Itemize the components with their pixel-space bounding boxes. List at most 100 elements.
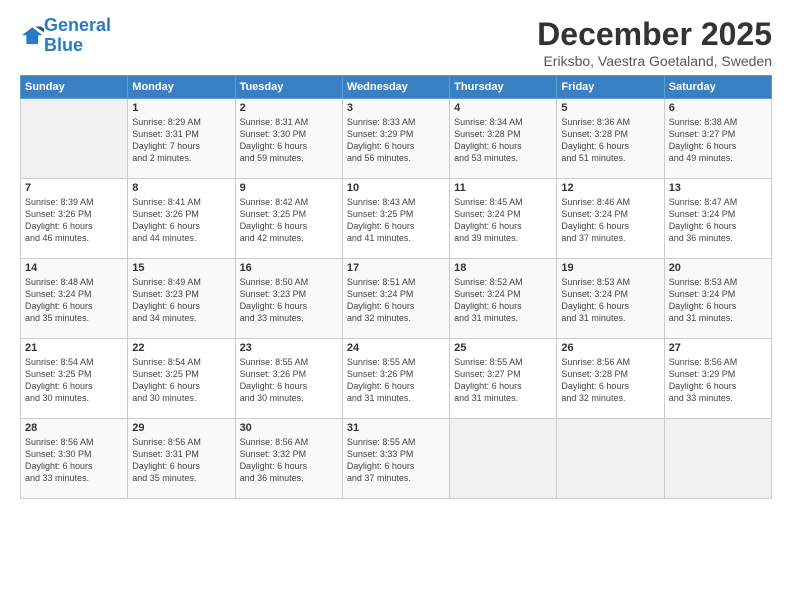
day-info: Sunrise: 8:56 AM Sunset: 3:32 PM Dayligh… [240,436,338,485]
day-info: Sunrise: 8:43 AM Sunset: 3:25 PM Dayligh… [347,196,445,245]
weekday-header: Friday [557,76,664,99]
calendar-cell: 14Sunrise: 8:48 AM Sunset: 3:24 PM Dayli… [21,259,128,339]
logo-text: General Blue [44,16,111,56]
logo: General Blue [20,16,111,56]
day-info: Sunrise: 8:54 AM Sunset: 3:25 PM Dayligh… [132,356,230,405]
weekday-header-row: SundayMondayTuesdayWednesdayThursdayFrid… [21,76,772,99]
calendar-cell: 28 Sunrise: 8:56 AM Sunset: 3:30 PM Dayli… [21,419,128,499]
day-number: 13 [669,182,767,194]
weekday-header: Tuesday [235,76,342,99]
calendar-cell: 9 Sunrise: 8:42 AM Sunset: 3:25 PM Daylig… [235,179,342,259]
day-number: 12 [561,182,659,194]
day-info: Sunrise: 8:34 AM Sunset: 3:28 PM Dayligh… [454,116,552,165]
day-number: 19 [561,262,659,274]
day-number: 28 [25,422,123,434]
calendar-cell: 17Sunrise: 8:51 AM Sunset: 3:24 PM Dayli… [342,259,449,339]
location: Eriksbo, Vaestra Goetaland, Sweden [537,53,772,69]
day-number: 17 [347,262,445,274]
day-info: Sunrise: 8:56 AM Sunset: 3:30 PM Dayligh… [25,436,123,485]
day-info: Sunrise: 8:55 AM Sunset: 3:33 PM Dayligh… [347,436,445,485]
calendar-cell: 25 Sunrise: 8:55 AM Sunset: 3:27 PM Dayli… [450,339,557,419]
calendar-week-row: 14Sunrise: 8:48 AM Sunset: 3:24 PM Dayli… [21,259,772,339]
day-number: 27 [669,342,767,354]
calendar-cell [21,99,128,179]
day-number: 16 [240,262,338,274]
calendar-cell: 3 Sunrise: 8:33 AM Sunset: 3:29 PM Daylig… [342,99,449,179]
calendar-cell: 2 Sunrise: 8:31 AM Sunset: 3:30 PM Daylig… [235,99,342,179]
calendar-cell: 10Sunrise: 8:43 AM Sunset: 3:25 PM Dayli… [342,179,449,259]
day-number: 23 [240,342,338,354]
day-number: 7 [25,182,123,194]
logo-icon [22,25,44,47]
calendar-cell: 29 Sunrise: 8:56 AM Sunset: 3:31 PM Dayli… [128,419,235,499]
day-info: Sunrise: 8:42 AM Sunset: 3:25 PM Dayligh… [240,196,338,245]
calendar-cell: 5 Sunrise: 8:36 AM Sunset: 3:28 PM Daylig… [557,99,664,179]
day-number: 6 [669,102,767,114]
calendar-cell: 22Sunrise: 8:54 AM Sunset: 3:25 PM Dayli… [128,339,235,419]
day-info: Sunrise: 8:36 AM Sunset: 3:28 PM Dayligh… [561,116,659,165]
calendar-week-row: 21 Sunrise: 8:54 AM Sunset: 3:25 PM Dayli… [21,339,772,419]
day-info: Sunrise: 8:56 AM Sunset: 3:31 PM Dayligh… [132,436,230,485]
calendar-cell: 4 Sunrise: 8:34 AM Sunset: 3:28 PM Daylig… [450,99,557,179]
calendar-cell: 13 Sunrise: 8:47 AM Sunset: 3:24 PM Dayli… [664,179,771,259]
weekday-header: Saturday [664,76,771,99]
calendar-cell: 26 Sunrise: 8:56 AM Sunset: 3:28 PM Dayli… [557,339,664,419]
day-number: 31 [347,422,445,434]
calendar-cell: 1 Sunrise: 8:29 AM Sunset: 3:31 PM Daylig… [128,99,235,179]
day-info: Sunrise: 8:52 AM Sunset: 3:24 PM Dayligh… [454,276,552,325]
calendar-cell: 24 Sunrise: 8:55 AM Sunset: 3:26 PM Dayli… [342,339,449,419]
day-number: 1 [132,102,230,114]
day-number: 2 [240,102,338,114]
day-number: 8 [132,182,230,194]
day-number: 21 [25,342,123,354]
calendar-cell: 18Sunrise: 8:52 AM Sunset: 3:24 PM Dayli… [450,259,557,339]
calendar-cell: 6 Sunrise: 8:38 AM Sunset: 3:27 PM Daylig… [664,99,771,179]
day-info: Sunrise: 8:53 AM Sunset: 3:24 PM Dayligh… [561,276,659,325]
calendar-cell [450,419,557,499]
day-number: 30 [240,422,338,434]
calendar-cell: 23 Sunrise: 8:55 AM Sunset: 3:26 PM Dayli… [235,339,342,419]
day-number: 4 [454,102,552,114]
calendar-week-row: 7Sunrise: 8:39 AM Sunset: 3:26 PM Daylig… [21,179,772,259]
day-info: Sunrise: 8:48 AM Sunset: 3:24 PM Dayligh… [25,276,123,325]
calendar-cell: 20Sunrise: 8:53 AM Sunset: 3:24 PM Dayli… [664,259,771,339]
weekday-header: Wednesday [342,76,449,99]
day-number: 20 [669,262,767,274]
weekday-header: Monday [128,76,235,99]
day-number: 3 [347,102,445,114]
calendar-cell: 11Sunrise: 8:45 AM Sunset: 3:24 PM Dayli… [450,179,557,259]
day-info: Sunrise: 8:49 AM Sunset: 3:23 PM Dayligh… [132,276,230,325]
day-info: Sunrise: 8:54 AM Sunset: 3:25 PM Dayligh… [25,356,123,405]
day-info: Sunrise: 8:41 AM Sunset: 3:26 PM Dayligh… [132,196,230,245]
day-number: 5 [561,102,659,114]
day-info: Sunrise: 8:46 AM Sunset: 3:24 PM Dayligh… [561,196,659,245]
day-info: Sunrise: 8:29 AM Sunset: 3:31 PM Dayligh… [132,116,230,165]
calendar-cell: 19 Sunrise: 8:53 AM Sunset: 3:24 PM Dayli… [557,259,664,339]
calendar-cell: 15Sunrise: 8:49 AM Sunset: 3:23 PM Dayli… [128,259,235,339]
day-info: Sunrise: 8:55 AM Sunset: 3:26 PM Dayligh… [347,356,445,405]
calendar-week-row: 1 Sunrise: 8:29 AM Sunset: 3:31 PM Daylig… [21,99,772,179]
calendar-cell: 30 Sunrise: 8:56 AM Sunset: 3:32 PM Dayli… [235,419,342,499]
day-number: 29 [132,422,230,434]
title-block: December 2025 Eriksbo, Vaestra Goetaland… [537,16,772,69]
calendar-cell: 31 Sunrise: 8:55 AM Sunset: 3:33 PM Dayli… [342,419,449,499]
calendar-table: SundayMondayTuesdayWednesdayThursdayFrid… [20,75,772,499]
day-info: Sunrise: 8:50 AM Sunset: 3:23 PM Dayligh… [240,276,338,325]
day-number: 24 [347,342,445,354]
day-info: Sunrise: 8:55 AM Sunset: 3:26 PM Dayligh… [240,356,338,405]
calendar-cell: 21 Sunrise: 8:54 AM Sunset: 3:25 PM Dayli… [21,339,128,419]
day-info: Sunrise: 8:56 AM Sunset: 3:29 PM Dayligh… [669,356,767,405]
calendar-cell: 16 Sunrise: 8:50 AM Sunset: 3:23 PM Dayli… [235,259,342,339]
day-info: Sunrise: 8:31 AM Sunset: 3:30 PM Dayligh… [240,116,338,165]
day-number: 25 [454,342,552,354]
day-info: Sunrise: 8:56 AM Sunset: 3:28 PM Dayligh… [561,356,659,405]
day-number: 9 [240,182,338,194]
day-info: Sunrise: 8:47 AM Sunset: 3:24 PM Dayligh… [669,196,767,245]
day-info: Sunrise: 8:33 AM Sunset: 3:29 PM Dayligh… [347,116,445,165]
day-info: Sunrise: 8:55 AM Sunset: 3:27 PM Dayligh… [454,356,552,405]
header: General Blue December 2025 Eriksbo, Vaes… [20,16,772,69]
calendar-cell [557,419,664,499]
day-number: 26 [561,342,659,354]
day-info: Sunrise: 8:38 AM Sunset: 3:27 PM Dayligh… [669,116,767,165]
weekday-header: Thursday [450,76,557,99]
